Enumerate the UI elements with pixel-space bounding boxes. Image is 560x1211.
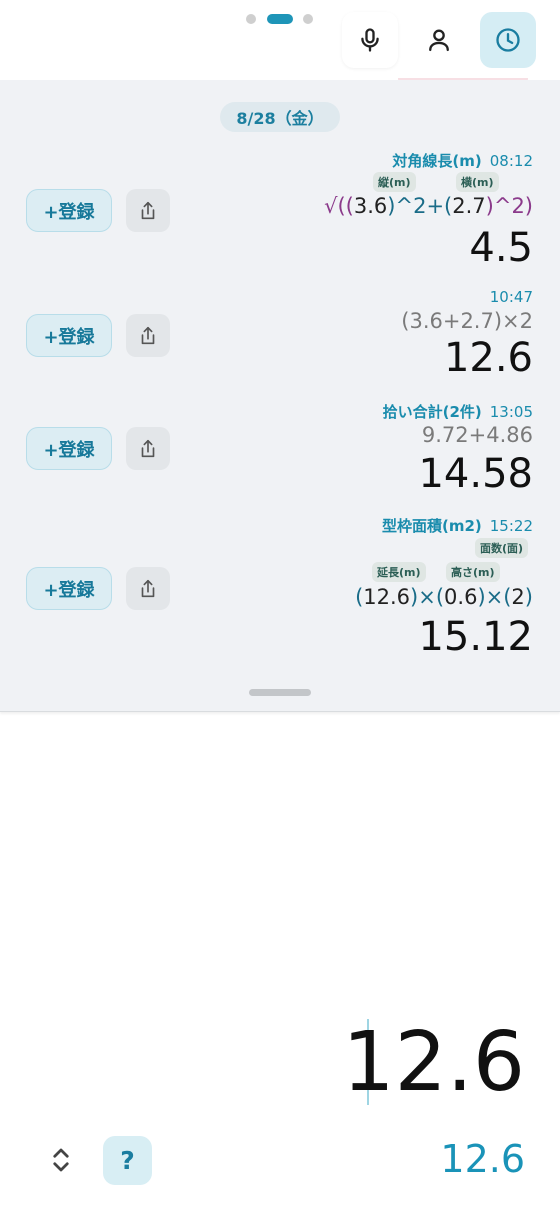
entry-time: 15:22: [489, 517, 533, 535]
page-dot[interactable]: [303, 14, 313, 24]
entry-expression: 9.72+4.86: [421, 423, 533, 447]
entry-title: 拾い合計(2件): [382, 403, 482, 421]
variable-label: 高さ(m): [446, 562, 500, 582]
date-header: 8/28（金）: [220, 102, 340, 132]
main-display[interactable]: 12.6: [342, 1015, 525, 1110]
share-button[interactable]: [126, 314, 170, 357]
entry-expression: (12.6)×(0.6)×(2): [355, 585, 533, 609]
share-button[interactable]: [126, 189, 170, 232]
variable-label: 延長(m): [372, 562, 426, 582]
variable-label: 横(m): [456, 172, 499, 192]
register-button[interactable]: +登録: [26, 427, 112, 470]
page-dot-active[interactable]: [267, 14, 293, 24]
entry-expression: √((3.6)^2+(2.7)^2): [324, 194, 533, 218]
entry-result[interactable]: 15.12: [418, 614, 533, 660]
page-dot[interactable]: [246, 14, 256, 24]
entry-result[interactable]: 4.5: [469, 225, 533, 271]
profile-button[interactable]: [411, 12, 467, 68]
share-button[interactable]: [126, 427, 170, 470]
entry-time: 08:12: [489, 152, 533, 170]
help-button[interactable]: ?: [103, 1136, 152, 1185]
entry-title: 対角線長(m): [392, 152, 482, 170]
clock-icon: [496, 28, 520, 52]
voice-input-button[interactable]: [342, 12, 398, 68]
result-preview: 12.6: [440, 1137, 525, 1181]
entry-time: 10:47: [489, 288, 533, 306]
entry-header: 対角線長(m) 08:12: [392, 150, 533, 171]
page-indicator: [0, 13, 560, 25]
register-button[interactable]: +登録: [26, 314, 112, 357]
entry-header: 拾い合計(2件) 13:05: [383, 401, 533, 422]
entry-result[interactable]: 12.6: [444, 335, 533, 381]
variable-label: 縦(m): [373, 172, 416, 192]
expand-collapse-icon[interactable]: [46, 1145, 76, 1175]
share-icon: [141, 201, 155, 219]
entry-title: 型枠面積(m2): [381, 517, 482, 535]
entry-result[interactable]: 14.58: [418, 451, 533, 497]
variable-label: 面数(面): [475, 538, 529, 558]
mic-icon: [361, 28, 379, 52]
entry-header: 型枠面積(m2) 15:22: [382, 515, 533, 536]
history-panel: 8/28（金） +登録 対角線長(m) 08:12 縦(m) 横(m) √((3.…: [0, 80, 560, 712]
register-button[interactable]: +登録: [26, 189, 112, 232]
register-button[interactable]: +登録: [26, 567, 112, 610]
share-icon: [141, 439, 155, 457]
history-button[interactable]: [480, 12, 536, 68]
entry-time: 13:05: [489, 403, 533, 421]
share-button[interactable]: [126, 567, 170, 610]
share-icon: [141, 579, 155, 597]
share-icon: [141, 326, 155, 344]
entry-expression: (3.6+2.7)×2: [401, 309, 533, 333]
panel-drag-handle[interactable]: [249, 689, 311, 696]
entry-header: 10:47: [490, 288, 533, 306]
user-icon: [429, 29, 449, 52]
